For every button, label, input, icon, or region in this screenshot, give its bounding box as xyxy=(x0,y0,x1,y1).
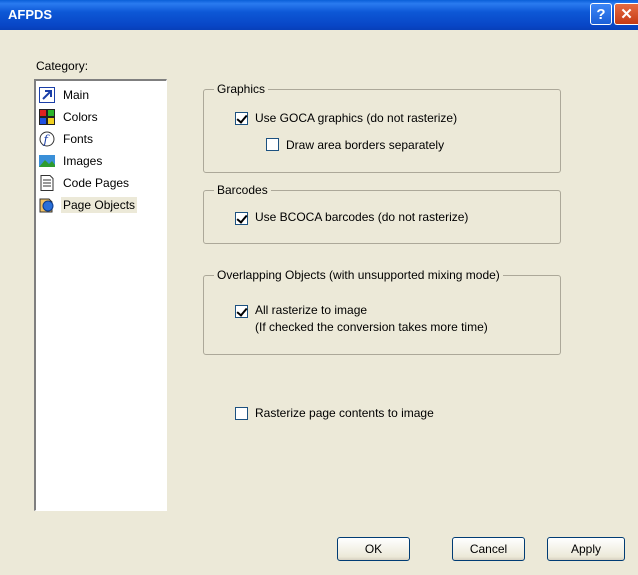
fonts-icon: f xyxy=(39,131,55,147)
close-icon: ✕ xyxy=(620,6,633,23)
use-bcoca-checkbox[interactable] xyxy=(235,212,248,225)
cancel-button[interactable]: Cancel xyxy=(452,537,525,561)
code-pages-icon xyxy=(39,174,55,191)
colors-icon xyxy=(39,108,55,125)
category-item-page-objects[interactable]: Page Objects xyxy=(39,194,138,215)
category-item-colors[interactable]: Colors xyxy=(39,106,100,127)
category-label: Category: xyxy=(36,59,89,73)
category-item-label: Main xyxy=(63,87,90,102)
category-item-label: Page Objects xyxy=(61,196,138,213)
rasterize-all-checkbox[interactable] xyxy=(235,305,248,318)
page-objects-icon xyxy=(39,197,55,213)
ok-button[interactable]: OK xyxy=(337,537,410,561)
barcodes-group-title: Barcodes xyxy=(214,183,271,198)
use-goca-checkbox[interactable] xyxy=(235,112,248,125)
category-item-code-pages[interactable]: Code Pages xyxy=(39,172,131,193)
category-list[interactable]: Main Colors f Fonts Images Code Pages Pa… xyxy=(34,79,167,511)
category-item-label: Code Pages xyxy=(63,175,130,190)
main-icon xyxy=(39,86,55,103)
category-item-main[interactable]: Main xyxy=(39,84,91,105)
rasterize-all-label: All rasterize to image xyxy=(255,303,368,317)
rasterize-page-label: Rasterize page contents to image xyxy=(255,406,434,420)
draw-borders-label: Draw area borders separately xyxy=(286,138,445,152)
window-title: AFPDS xyxy=(8,7,53,22)
category-item-images[interactable]: Images xyxy=(39,150,104,171)
use-bcoca-label: Use BCOCA barcodes (do not rasterize) xyxy=(255,210,469,224)
draw-borders-checkbox[interactable] xyxy=(266,138,279,151)
rasterize-page-checkbox[interactable] xyxy=(235,407,248,420)
graphics-group-title: Graphics xyxy=(214,82,269,97)
overlapping-note: (If checked the conversion takes more ti… xyxy=(255,320,488,334)
category-item-fonts[interactable]: f Fonts xyxy=(39,128,95,149)
category-item-label: Fonts xyxy=(63,131,94,146)
images-icon xyxy=(39,153,55,169)
use-goca-label: Use GOCA graphics (do not rasterize) xyxy=(255,111,458,125)
help-icon: ? xyxy=(596,5,606,23)
close-button[interactable]: ✕ xyxy=(614,3,638,25)
category-item-label: Images xyxy=(63,153,103,168)
title-bar: AFPDS ? ✕ xyxy=(0,0,638,30)
category-item-label: Colors xyxy=(63,109,98,124)
help-button[interactable]: ? xyxy=(590,3,612,25)
graphics-group: Graphics xyxy=(203,82,561,173)
overlapping-group-title: Overlapping Objects (with unsupported mi… xyxy=(214,268,503,283)
apply-button[interactable]: Apply xyxy=(547,537,625,561)
